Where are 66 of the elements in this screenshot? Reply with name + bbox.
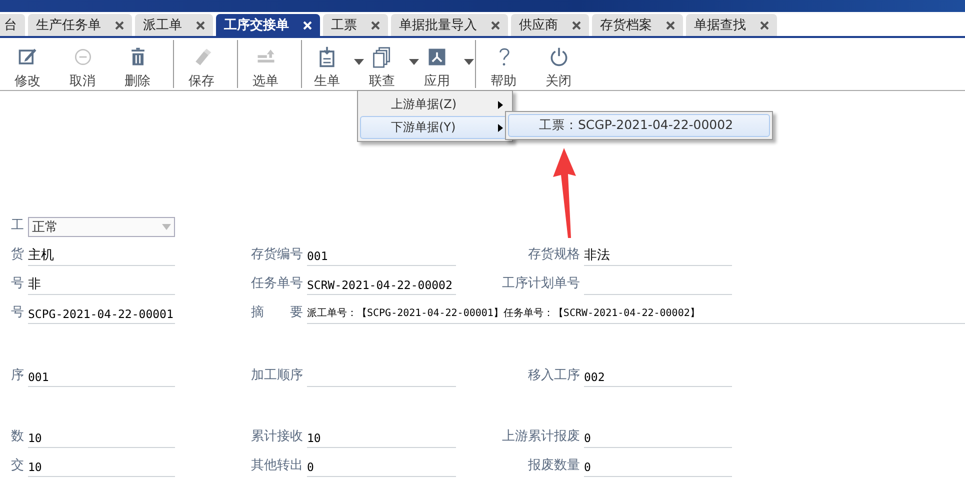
toolbar-button[interactable]: 应用 [412,42,462,91]
input-field[interactable]: SCRW-2021-04-22-00002 [307,276,456,295]
input-field[interactable]: 主机 [28,247,175,266]
field-label: 数 [10,428,24,446]
menu-item[interactable]: 上游单据(Z) [360,93,510,116]
tab[interactable]: 台 [0,14,25,36]
power-icon [548,46,570,68]
field-label: 任务单号 [250,275,303,293]
input-field[interactable]: 001 [28,368,175,387]
caret-icon[interactable] [464,59,474,65]
tab[interactable]: 工票 [323,14,388,36]
tab[interactable]: 存货档案 [592,14,683,36]
input-field[interactable]: 派工单号：【SCPG-2021-04-22-00001】任务单号：【SCRW-2021-04-22-00002】 [307,305,965,324]
field-label: 上游累计报废 [501,428,580,446]
menu-item[interactable]: 工票：SCGP-2021-04-22-00002 [508,114,770,137]
close-icon[interactable] [196,20,205,30]
input-field[interactable]: 0 [584,429,732,448]
caret-icon[interactable] [354,59,364,65]
field-label: 加工顺序 [250,367,303,385]
toolbar-button[interactable]: 帮助 [476,42,531,91]
input-field[interactable]: 10 [28,429,175,448]
field-label: 存货规格 [527,246,580,264]
field-label: 摘 要 [250,304,303,322]
input-field[interactable]: 10 [307,429,456,448]
input-field[interactable]: SCPG-2021-04-22-00001 [28,305,175,324]
close-icon[interactable] [115,20,124,30]
caret-icon [162,224,171,230]
input-field[interactable]: 非法 [584,247,732,266]
submenu-arrow-icon [498,100,503,108]
field-label: 货 [10,246,24,264]
toolbar-button[interactable]: 删除 [110,42,165,91]
input-field[interactable]: 001 [307,247,456,266]
input-field[interactable]: 0 [307,458,456,477]
field-label: 其他转出 [250,457,303,475]
tab[interactable]: 供应商 [511,14,589,36]
input-field[interactable]: 0 [584,458,732,477]
field-label: 累计接收 [250,428,303,446]
input-field[interactable]: 002 [584,368,732,387]
input-field[interactable]: 非 [28,276,175,295]
input-field[interactable]: 10 [28,458,175,477]
app-icon [426,46,448,68]
field-label: 报废数量 [527,457,580,475]
field-label: 移入工序 [527,367,580,385]
close-icon[interactable] [491,20,500,30]
field-label: 工 [10,217,24,235]
field-label: 存货编号 [250,246,303,264]
field-label: 交 [10,457,24,475]
toolbar-button[interactable]: 关闭 [531,42,586,91]
tab[interactable]: 派工单 [135,14,213,36]
tab[interactable]: 单据查找 [686,14,777,36]
tab[interactable]: 工序交接单 [216,14,320,36]
field-label: 号 [10,304,24,322]
documents-icon [371,46,393,68]
close-icon[interactable] [666,20,675,30]
close-icon[interactable] [760,20,769,30]
toolbar-button[interactable]: 生单 [302,42,352,91]
close-icon[interactable] [371,20,380,30]
tab[interactable]: 单据批量导入 [391,14,508,36]
field-label: 号 [10,275,24,293]
field-label: 序 [10,367,24,385]
caret-icon[interactable] [409,59,419,65]
submenu-arrow-icon [498,124,503,132]
field-label: 工序计划单号 [501,275,580,293]
toolbar-button[interactable]: 修改 [0,42,55,91]
close-icon[interactable] [572,20,581,30]
tab[interactable]: 生产任务单 [28,14,132,36]
